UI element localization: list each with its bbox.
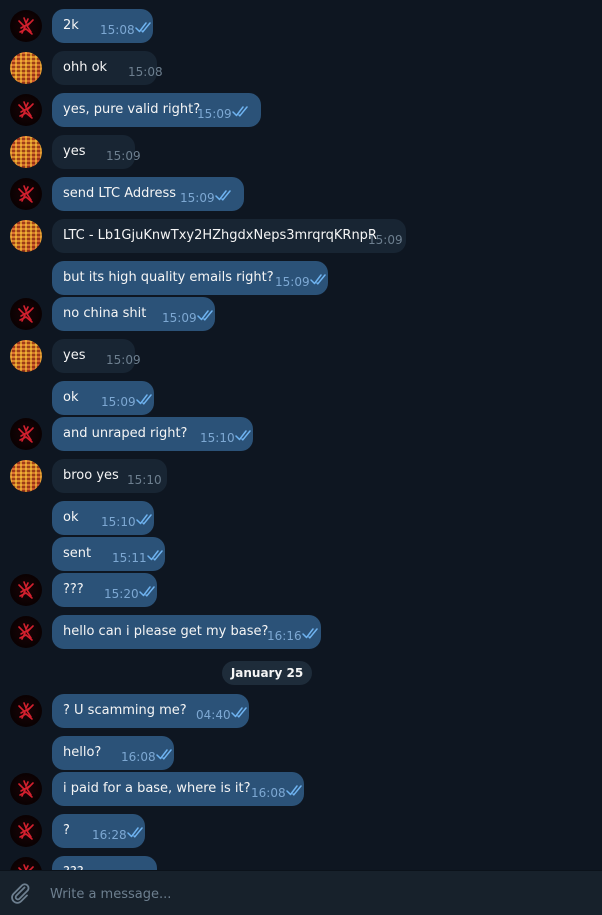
double-check-icon: [197, 310, 213, 321]
message-time: 04:40: [196, 708, 231, 722]
message-time: 15:10: [101, 515, 136, 529]
message-text: ok: [63, 390, 79, 405]
message-text: i paid for a base, where is it?: [63, 781, 251, 796]
double-check-icon: [302, 628, 318, 639]
message-bubble-incoming[interactable]: broo yes 15:10: [52, 459, 167, 493]
user-avatar[interactable]: [10, 773, 42, 805]
message-bubble-outgoing[interactable]: ? U scamming me? 04:40: [52, 694, 249, 728]
message-text: ? U scamming me?: [63, 703, 187, 718]
message-bubble-outgoing[interactable]: and unraped right? 15:10: [52, 417, 253, 451]
message-text: send LTC Address: [63, 186, 177, 201]
message-bubble-outgoing[interactable]: i paid for a base, where is it? 16:08: [52, 772, 304, 806]
message-time: 16:08: [121, 750, 156, 764]
message-time: 15:09: [106, 353, 141, 367]
message-time: 15:20: [104, 587, 139, 601]
double-check-icon: [235, 430, 251, 441]
message-bubble-outgoing[interactable]: no china shit 15:09: [52, 297, 215, 331]
message-bubble-incoming[interactable]: ohh ok 15:08: [52, 51, 163, 85]
message-time: 15:11: [112, 551, 147, 565]
user-avatar[interactable]: [10, 10, 42, 42]
message-text: 2k: [63, 18, 79, 33]
user-avatar[interactable]: [10, 815, 42, 847]
message-time: 15:09: [197, 107, 232, 121]
message-text: no china shit: [63, 306, 147, 321]
double-check-icon: [215, 190, 231, 201]
message-text: hello?: [63, 745, 102, 760]
message-bubble-outgoing[interactable]: ok 15:09: [52, 381, 154, 415]
message-time: 15:08: [128, 65, 163, 79]
user-avatar[interactable]: [10, 574, 42, 606]
double-check-icon: [156, 749, 172, 760]
message-bubble-outgoing[interactable]: ???: [52, 856, 157, 870]
user-avatar[interactable]: [10, 857, 42, 870]
double-check-icon: [286, 785, 302, 796]
message-text: hello can i please get my base?: [63, 624, 269, 639]
message-text: ohh ok: [63, 60, 108, 75]
message-text: yes, pure valid right?: [63, 102, 201, 117]
message-bubble-incoming[interactable]: yes 15:09: [52, 135, 141, 169]
message-bubble-outgoing[interactable]: yes, pure valid right? 15:09: [52, 93, 261, 127]
message-time: 16:28: [92, 828, 127, 842]
message-bubble-outgoing[interactable]: but its high quality emails right? 15:09: [52, 261, 328, 295]
message-bubble-outgoing[interactable]: hello can i please get my base? 16:16: [52, 615, 321, 649]
message-text: ???: [63, 856, 84, 870]
message-time: 16:08: [251, 786, 286, 800]
message-bubble-outgoing[interactable]: sent 15:11: [52, 537, 165, 571]
message-time: 15:09: [106, 149, 141, 163]
message-text: but its high quality emails right?: [63, 270, 274, 285]
double-check-icon: [232, 106, 248, 117]
chat-history[interactable]: 2k 15:08 ohh ok 15:08 yes, pure valid right?…: [0, 0, 602, 870]
message-text: yes: [63, 144, 86, 159]
double-check-icon: [310, 274, 326, 285]
message-input[interactable]: [48, 881, 572, 907]
double-check-icon: [147, 550, 163, 561]
user-avatar[interactable]: [10, 94, 42, 126]
message-text: ?: [63, 823, 70, 838]
message-bubble-outgoing[interactable]: ? 16:28: [52, 814, 145, 848]
message-bubble-outgoing[interactable]: ok 15:10: [52, 501, 154, 535]
double-check-icon: [139, 586, 155, 597]
message-bubble-outgoing[interactable]: hello? 16:08: [52, 736, 174, 770]
user-avatar[interactable]: [10, 418, 42, 450]
user-avatar[interactable]: [10, 695, 42, 727]
message-text: yes: [63, 348, 86, 363]
message-bubble-outgoing[interactable]: send LTC Address 15:09: [52, 177, 244, 211]
double-check-icon: [135, 22, 151, 33]
message-text: sent: [63, 546, 92, 561]
paperclip-icon[interactable]: [8, 881, 32, 905]
double-check-icon: [136, 394, 152, 405]
message-time: 15:10: [127, 473, 162, 487]
user-avatar[interactable]: [10, 298, 42, 330]
message-time: 15:09: [180, 191, 215, 205]
message-time: 16:16: [267, 629, 302, 643]
message-time: 15:09: [275, 275, 310, 289]
message-bubble-incoming[interactable]: LTC - Lb1GjuKnwTxy2HZhgdxNeps3mrqrqKRnpR…: [52, 219, 406, 253]
message-text: ???: [63, 582, 84, 597]
contact-avatar[interactable]: [10, 340, 42, 372]
message-time: 15:08: [100, 23, 135, 37]
contact-avatar[interactable]: [10, 136, 42, 168]
message-text: LTC - Lb1GjuKnwTxy2HZhgdxNeps3mrqrqKRnpR: [63, 228, 377, 243]
message-bubble-incoming[interactable]: yes 15:09: [52, 339, 141, 373]
message-time: 15:09: [101, 395, 136, 409]
double-check-icon: [136, 514, 152, 525]
double-check-icon: [127, 827, 143, 838]
message-time: 15:09: [162, 311, 197, 325]
message-text: and unraped right?: [63, 426, 188, 441]
message-time: 15:10: [200, 431, 235, 445]
message-time: 15:09: [368, 233, 403, 247]
contact-avatar[interactable]: [10, 220, 42, 252]
user-avatar[interactable]: [10, 616, 42, 648]
message-text: broo yes: [63, 468, 119, 483]
date-separator: January 25: [222, 661, 312, 685]
message-bubble-outgoing[interactable]: 2k 15:08: [52, 9, 153, 43]
user-avatar[interactable]: [10, 178, 42, 210]
message-text: ok: [63, 510, 79, 525]
contact-avatar[interactable]: [10, 460, 42, 492]
message-bubble-outgoing[interactable]: ??? 15:20: [52, 573, 157, 607]
message-composer: [0, 870, 602, 915]
double-check-icon: [231, 707, 247, 718]
contact-avatar[interactable]: [10, 52, 42, 84]
